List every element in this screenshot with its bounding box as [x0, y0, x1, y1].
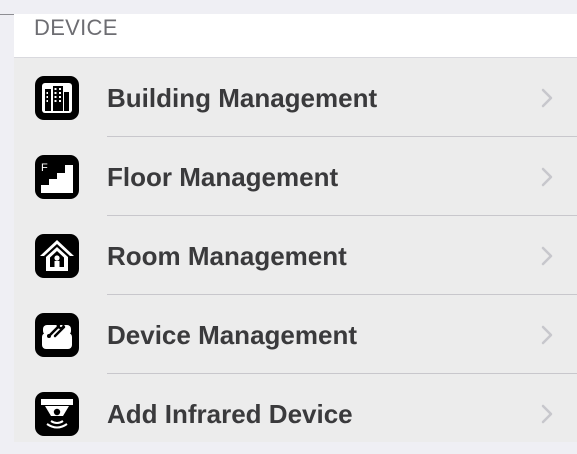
room-management-label: Room Management: [107, 241, 347, 271]
section-header-label: DEVICE: [34, 15, 118, 40]
floor-management-row[interactable]: F Floor Management: [14, 137, 577, 217]
device-management-row[interactable]: Device Management: [14, 295, 577, 375]
svg-text:F: F: [41, 162, 48, 174]
infrared-sensor-icon: [35, 392, 79, 436]
building-management-label: Building Management: [107, 83, 378, 113]
add-infrared-device-label: Add Infrared Device: [107, 399, 353, 429]
device-management-label: Device Management: [107, 320, 357, 350]
building-management-row[interactable]: Building Management: [14, 58, 577, 138]
floor-stairs-icon: F: [35, 155, 79, 199]
chevron-right-icon: [541, 246, 553, 266]
chevron-right-icon: [541, 404, 553, 424]
section-header: DEVICE: [14, 14, 577, 57]
room-management-row[interactable]: Room Management: [14, 216, 577, 296]
add-infrared-device-row[interactable]: Add Infrared Device: [14, 374, 577, 454]
chevron-right-icon: [541, 167, 553, 187]
settings-list: Building Management F Floor Management R…: [14, 57, 577, 442]
chevron-right-icon: [541, 88, 553, 108]
house-icon: [35, 234, 79, 278]
floor-management-label: Floor Management: [107, 162, 339, 192]
chevron-right-icon: [541, 325, 553, 345]
device-tools-icon: [35, 313, 79, 357]
building-icon: [35, 76, 79, 120]
